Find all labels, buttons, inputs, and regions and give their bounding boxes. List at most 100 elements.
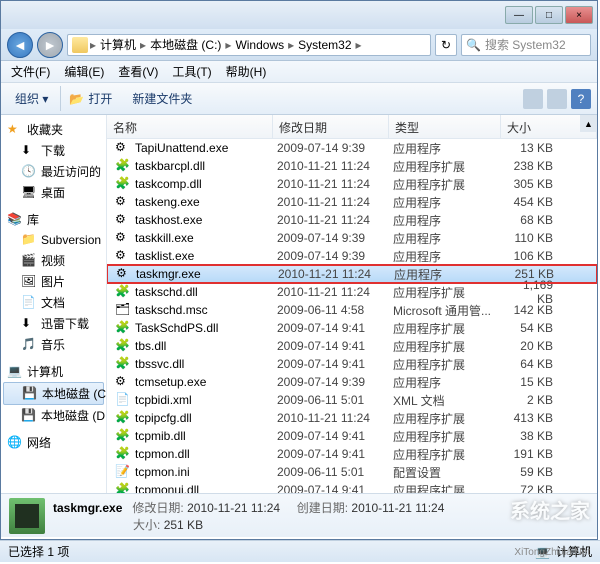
breadcrumb-item[interactable]: 计算机 (98, 36, 138, 53)
organize-button[interactable]: 组织 ▾ (7, 86, 56, 111)
file-row[interactable]: ⚙tasklist.exe2009-07-14 9:39应用程序106 KB (107, 247, 597, 265)
maximize-button[interactable]: □ (535, 6, 563, 24)
minimize-button[interactable]: — (505, 6, 533, 24)
breadcrumb[interactable]: ▸ 计算机 ▸ 本地磁盘 (C:) ▸ Windows ▸ System32 ▸ (67, 34, 431, 56)
file-size: 68 KB (505, 213, 561, 227)
nav-label: 桌面 (41, 184, 65, 201)
nav-pictures[interactable]: 🖼图片 (3, 271, 104, 292)
nav-favorites[interactable]: ★收藏夹 (3, 119, 104, 140)
menu-help[interactable]: 帮助(H) (220, 61, 273, 82)
file-type: 应用程序扩展 (393, 176, 505, 193)
file-type: Microsoft 通用管... (393, 302, 505, 319)
close-button[interactable]: × (565, 6, 593, 24)
computer-icon: 💻 (7, 364, 23, 380)
file-name: TaskSchdPS.dll (135, 321, 277, 335)
nav-music[interactable]: 🎵音乐 (3, 334, 104, 355)
file-type: 应用程序 (393, 212, 505, 229)
file-type: XML 文档 (393, 392, 505, 409)
menu-edit[interactable]: 编辑(E) (58, 61, 110, 82)
file-row[interactable]: 📄tcpbidi.xml2009-06-11 5:01XML 文档2 KB (107, 391, 597, 409)
chevron-right-icon[interactable]: ▸ (90, 38, 96, 52)
chevron-right-icon[interactable]: ▸ (140, 38, 146, 52)
explorer-window: — □ × ◄ ► ▸ 计算机 ▸ 本地磁盘 (C:) ▸ Windows ▸ … (0, 0, 598, 540)
menu-tools[interactable]: 工具(T) (166, 61, 217, 82)
nav-label: 视频 (41, 252, 65, 269)
column-name[interactable]: 名称 (107, 115, 273, 138)
file-name: tbs.dll (135, 339, 277, 353)
file-size: 2 KB (505, 393, 561, 407)
nav-libraries[interactable]: 📚库 (3, 209, 104, 230)
file-name: taskhost.exe (135, 213, 277, 227)
folder-icon: 📁 (21, 232, 37, 248)
search-icon: 🔍 (466, 38, 481, 52)
file-row[interactable]: 🗂taskschd.msc2009-06-11 4:58Microsoft 通用… (107, 301, 597, 319)
details-size-value: 251 KB (164, 518, 203, 532)
column-date[interactable]: 修改日期 (273, 115, 389, 138)
column-type[interactable]: 类型 (389, 115, 501, 138)
breadcrumb-item[interactable]: Windows (233, 38, 286, 52)
file-row[interactable]: 🧩tcpipcfg.dll2010-11-21 11:24应用程序扩展413 K… (107, 409, 597, 427)
chevron-right-icon[interactable]: ▸ (288, 38, 294, 52)
nav-computer[interactable]: 💻计算机 (3, 361, 104, 382)
menu-view[interactable]: 查看(V) (112, 61, 164, 82)
file-row[interactable]: 🧩taskschd.dll2010-11-21 11:24应用程序扩展1,169… (107, 283, 597, 301)
forward-button[interactable]: ► (37, 32, 63, 58)
file-row[interactable]: 🧩TaskSchdPS.dll2009-07-14 9:41应用程序扩展54 K… (107, 319, 597, 337)
help-button[interactable]: ? (571, 89, 591, 109)
chevron-right-icon[interactable]: ▸ (225, 38, 231, 52)
nav-videos[interactable]: 🎬视频 (3, 250, 104, 271)
view-mode-button[interactable] (523, 89, 543, 109)
file-size: 110 KB (505, 231, 561, 245)
nav-thunder[interactable]: ⬇迅雷下载 (3, 313, 104, 334)
file-row[interactable]: ⚙taskhost.exe2010-11-21 11:24应用程序68 KB (107, 211, 597, 229)
breadcrumb-item[interactable]: 本地磁盘 (C:) (148, 36, 223, 53)
new-folder-button[interactable]: 新建文件夹 (124, 86, 200, 111)
file-name: tbssvc.dll (135, 357, 277, 371)
nav-desktop[interactable]: 🖥桌面 (3, 182, 104, 203)
preview-pane-button[interactable] (547, 89, 567, 109)
file-row[interactable]: ⚙tcmsetup.exe2009-07-14 9:39应用程序15 KB (107, 373, 597, 391)
taskmgr-icon (9, 498, 45, 534)
nav-recent[interactable]: 🕓最近访问的 (3, 161, 104, 182)
file-type: 应用程序 (393, 194, 505, 211)
file-row[interactable]: 🧩tcpmon.dll2009-07-14 9:41应用程序扩展191 KB (107, 445, 597, 463)
file-type: 应用程序扩展 (393, 356, 505, 373)
nav-downloads[interactable]: ⬇下载 (3, 140, 104, 161)
file-type: 应用程序扩展 (393, 482, 505, 494)
breadcrumb-item[interactable]: System32 (296, 38, 353, 52)
file-name: taskschd.msc (135, 303, 277, 317)
file-row[interactable]: 🧩tbs.dll2009-07-14 9:41应用程序扩展20 KB (107, 337, 597, 355)
menu-file[interactable]: 文件(F) (5, 61, 56, 82)
file-row[interactable]: 🧩tcpmib.dll2009-07-14 9:41应用程序扩展38 KB (107, 427, 597, 445)
search-input[interactable]: 🔍 搜索 System32 (461, 34, 591, 56)
file-date: 2010-11-21 11:24 (278, 267, 394, 281)
file-row[interactable]: 🧩taskcomp.dll2010-11-21 11:24应用程序扩展305 K… (107, 175, 597, 193)
nav-disk-c[interactable]: 💾本地磁盘 (C (3, 382, 104, 405)
chevron-right-icon[interactable]: ▸ (356, 38, 362, 52)
nav-disk-d[interactable]: 💾本地磁盘 (D (3, 405, 104, 426)
scroll-up-button[interactable]: ▲ (580, 115, 597, 132)
file-row[interactable]: ⚙taskeng.exe2010-11-21 11:24应用程序454 KB (107, 193, 597, 211)
file-row[interactable]: 🧩taskbarcpl.dll2010-11-21 11:24应用程序扩展238… (107, 157, 597, 175)
file-row[interactable]: 📝tcpmon.ini2009-06-11 5:01配置设置59 KB (107, 463, 597, 481)
nav-documents[interactable]: 📄文档 (3, 292, 104, 313)
file-row[interactable]: ⚙taskkill.exe2009-07-14 9:39应用程序110 KB (107, 229, 597, 247)
nav-network[interactable]: 🌐网络 (3, 432, 104, 453)
nav-subversion[interactable]: 📁Subversion (3, 230, 104, 250)
nav-label: 计算机 (27, 363, 63, 380)
file-row[interactable]: ⚙TapiUnattend.exe2009-07-14 9:39应用程序13 K… (107, 139, 597, 157)
file-name: tcpmon.dll (135, 447, 277, 461)
file-row[interactable]: 🧩tcpmonui.dll2009-07-14 9:41应用程序扩展72 KB (107, 481, 597, 493)
nav-label: 收藏夹 (27, 121, 63, 138)
open-button[interactable]: 📂 打开 (60, 86, 120, 111)
details-text: taskmgr.exe 修改日期: 2010-11-21 11:24 创建日期:… (53, 499, 444, 533)
file-date: 2009-07-14 9:41 (277, 483, 393, 493)
file-date: 2009-07-14 9:41 (277, 321, 393, 335)
file-row[interactable]: 🧩tbssvc.dll2009-07-14 9:41应用程序扩展64 KB (107, 355, 597, 373)
desktop-icon: 🖥 (21, 185, 37, 201)
refresh-button[interactable]: ↻ (435, 34, 457, 56)
file-rows[interactable]: ⚙TapiUnattend.exe2009-07-14 9:39应用程序13 K… (107, 139, 597, 493)
file-size: 13 KB (505, 141, 561, 155)
back-button[interactable]: ◄ (7, 32, 33, 58)
file-icon: 🧩 (115, 428, 131, 444)
